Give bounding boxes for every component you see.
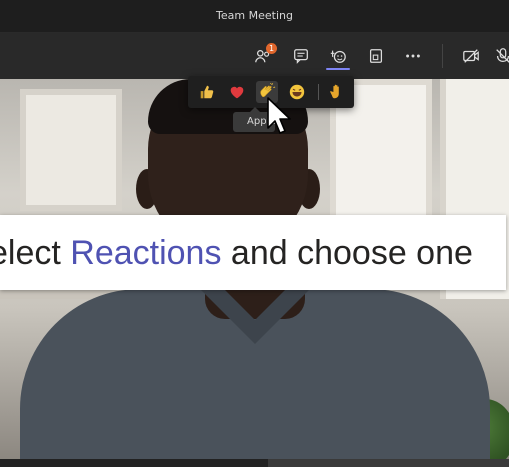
rooms-icon <box>369 49 383 63</box>
raise-hand-icon <box>330 84 339 99</box>
reactions-icon <box>330 50 346 63</box>
caption-highlight: Reactions <box>70 234 222 272</box>
meeting-toolbar <box>0 33 509 79</box>
instruction-caption: elect Reactions and choose one <box>0 215 506 290</box>
bottom-bar <box>0 459 509 467</box>
raise-hand-reaction-button[interactable] <box>326 81 348 103</box>
camera-toggle-button[interactable] <box>458 43 484 69</box>
like-reaction-button[interactable] <box>196 81 218 103</box>
caption-suffix: and choose one <box>221 234 473 272</box>
background-window <box>20 89 122 211</box>
chat-button[interactable] <box>288 43 314 69</box>
bottom-bar-segment <box>268 459 509 467</box>
mic-off-icon <box>496 48 509 63</box>
thumbs-up-icon <box>200 85 214 99</box>
reactions-button[interactable] <box>325 43 351 69</box>
more-icon <box>406 54 420 58</box>
caption-prefix: elect <box>0 234 61 272</box>
reactions-active-indicator <box>326 68 350 70</box>
participants-badge: 1 <box>266 43 277 54</box>
title-bar: Team Meeting <box>0 0 509 33</box>
camera-off-icon <box>463 49 479 63</box>
mouse-cursor-icon <box>267 97 291 134</box>
window-title: Team Meeting <box>216 9 293 22</box>
toolbar-divider <box>442 44 443 68</box>
chat-icon <box>294 49 308 64</box>
heart-icon <box>230 86 244 99</box>
heart-reaction-button[interactable] <box>226 81 248 103</box>
caption-text: elect Reactions and choose one <box>0 232 506 276</box>
more-options-button[interactable] <box>400 43 426 69</box>
mic-toggle-button[interactable] <box>490 43 509 69</box>
reactions-separator <box>318 84 319 100</box>
rooms-button[interactable] <box>363 43 389 69</box>
